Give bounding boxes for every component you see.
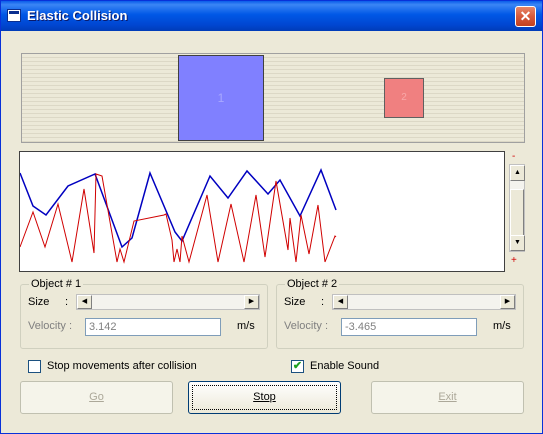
- object-2-block: 2: [384, 78, 424, 118]
- graph-minus-sign: -: [512, 151, 516, 162]
- object-1-size-colon: :: [65, 296, 69, 308]
- object-1-velocity-field[interactable]: 3.142: [85, 318, 221, 336]
- object-1-size-label: Size: [28, 296, 50, 308]
- object-2-size-colon: :: [321, 296, 325, 308]
- object-2-title: Object # 2: [285, 278, 340, 290]
- object-2-velocity-unit: m/s: [493, 320, 511, 332]
- enable-sound-label: Enable Sound: [310, 360, 380, 372]
- exit-button-label: Exit: [438, 391, 457, 403]
- window-icon: [7, 9, 21, 22]
- app-window: Elastic Collision ✕ 1 2 - + ▲ ▼ Object #…: [0, 0, 543, 434]
- velocity-graph: [19, 151, 505, 272]
- object-1-velocity-unit: m/s: [237, 320, 255, 332]
- simulation-area: 1 2: [21, 53, 525, 143]
- stop-after-collision-label: Stop movements after collision: [47, 360, 197, 372]
- scroll-down-button[interactable]: ▼: [510, 235, 525, 251]
- stop-focus-ring: [192, 385, 337, 410]
- enable-sound-checkbox[interactable]: ✔: [291, 360, 304, 373]
- graph-plus-sign: +: [511, 255, 517, 266]
- stop-after-collision-checkbox[interactable]: [28, 360, 41, 373]
- title-bar: Elastic Collision ✕: [1, 1, 542, 31]
- window-title: Elastic Collision: [27, 8, 128, 23]
- object-1-block: 1: [178, 55, 264, 141]
- object-1-title: Object # 1: [29, 278, 84, 290]
- stop-button[interactable]: Stop: [188, 381, 341, 414]
- close-button[interactable]: ✕: [515, 6, 536, 27]
- object-2-size-slider[interactable]: ◀ ▶: [332, 294, 516, 310]
- object-1-velocity-label: Velocity :: [28, 320, 73, 332]
- object-1-size-left-button[interactable]: ◀: [77, 295, 92, 309]
- object-2-size-label: Size: [284, 296, 306, 308]
- object-2-velocity-label: Velocity :: [284, 320, 329, 332]
- go-button-label: Go: [89, 391, 104, 403]
- graph-canvas: [20, 168, 337, 264]
- scroll-up-button[interactable]: ▲: [510, 165, 525, 181]
- object-2-velocity-field[interactable]: -3.465: [341, 318, 477, 336]
- exit-button[interactable]: Exit: [371, 381, 524, 414]
- object-1-size-right-button[interactable]: ▶: [244, 295, 259, 309]
- object-1-size-slider[interactable]: ◀ ▶: [76, 294, 260, 310]
- scroll-thumb[interactable]: [510, 189, 524, 239]
- go-button[interactable]: Go: [20, 381, 173, 414]
- graph-scrollbar[interactable]: ▲ ▼: [509, 164, 525, 252]
- object-2-size-left-button[interactable]: ◀: [333, 295, 348, 309]
- object-2-size-right-button[interactable]: ▶: [500, 295, 515, 309]
